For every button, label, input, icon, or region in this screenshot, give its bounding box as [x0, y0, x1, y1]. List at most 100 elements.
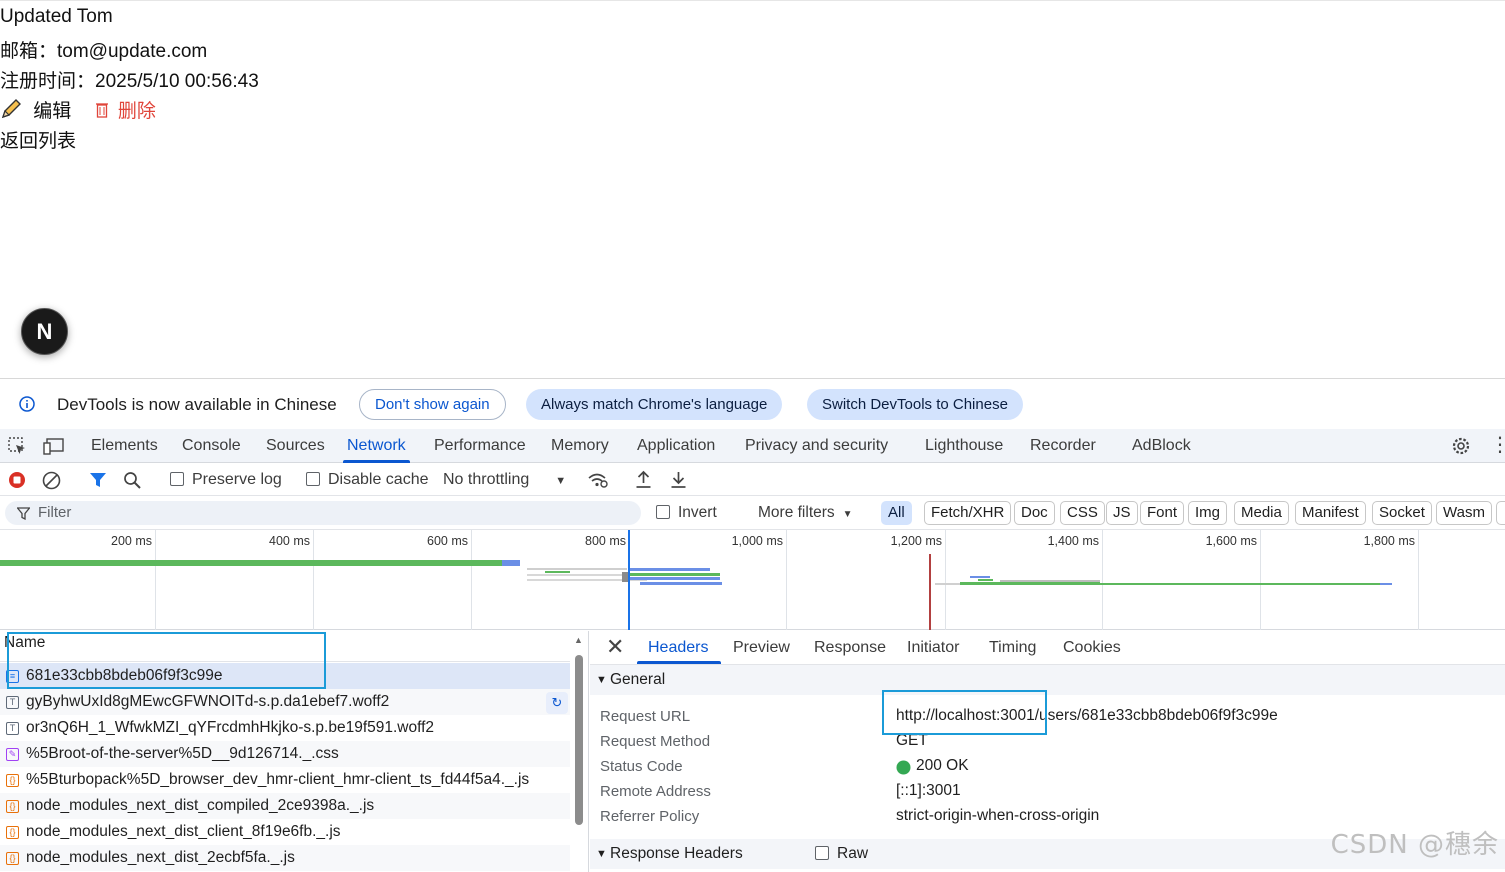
type-chip-doc[interactable]: Doc — [1014, 501, 1055, 525]
filter-input[interactable]: Filter — [5, 501, 641, 525]
edit-button[interactable]: 编辑 — [0, 99, 77, 122]
always-match-language-button[interactable]: Always match Chrome's language — [526, 389, 783, 420]
tab-memory[interactable]: Memory — [551, 429, 609, 463]
action-row: 编辑 删除 — [0, 96, 156, 123]
request-row[interactable]: {} node_modules_next_dist_client_8f19e6fb… — [0, 819, 570, 845]
tab-adblock[interactable]: AdBlock — [1132, 429, 1191, 463]
tab-privacy-and-security[interactable]: Privacy and security — [745, 429, 888, 463]
language-infobar: DevTools is now available in Chinese Don… — [0, 379, 1505, 429]
header-key: Remote Address — [600, 783, 711, 800]
type-chip-manifest[interactable]: Manifest — [1295, 501, 1366, 525]
export-download-icon[interactable] — [670, 470, 687, 489]
switch-to-chinese-button[interactable]: Switch DevTools to Chinese — [807, 389, 1023, 420]
type-chip-overflow[interactable] — [1496, 501, 1505, 525]
clear-icon[interactable] — [42, 471, 61, 490]
font-file-icon: T — [6, 696, 19, 709]
details-tab-initiator[interactable]: Initiator — [907, 631, 959, 664]
preserve-log-checkbox[interactable]: Preserve log — [170, 463, 282, 496]
type-chip-fetch-xhr[interactable]: Fetch/XHR — [924, 501, 1012, 525]
filter-bar: Filter Invert More filters ▼ All Fetch/XHR… — [0, 496, 1505, 530]
tab-recorder[interactable]: Recorder — [1030, 429, 1096, 463]
details-tab-headers[interactable]: Headers — [636, 631, 723, 664]
user-registered: 注册时间：2025/5/10 00:56:43 — [0, 71, 259, 92]
dont-show-again-button[interactable]: Don't show again — [359, 389, 506, 420]
edit-label: 编辑 — [33, 101, 72, 122]
raw-label: Raw — [837, 845, 869, 862]
settings-gear-icon[interactable] — [1451, 436, 1471, 456]
request-name: %5Bturbopack%5D_browser_dev_hmr-client_h… — [26, 771, 530, 788]
tab-lighthouse[interactable]: Lighthouse — [925, 429, 1003, 463]
watermark: CSDN @穗余 — [1330, 830, 1499, 860]
type-chip-js[interactable]: JS — [1106, 501, 1138, 525]
tab-performance[interactable]: Performance — [434, 429, 526, 463]
search-icon[interactable] — [123, 471, 142, 490]
devtools-tabbar: Elements Console Sources Network Performance… — [0, 429, 1505, 463]
header-value[interactable]: 200 OK — [916, 757, 969, 775]
next-dev-badge[interactable]: N — [21, 308, 68, 355]
tab-sources[interactable]: Sources — [266, 429, 325, 463]
request-name: or3nQ6H_1_WfwkMZI_qYFrcdmhHkjko-s.p.be19… — [26, 719, 435, 736]
request-name: node_modules_next_dist_client_8f19e6fb._… — [26, 823, 341, 840]
timeline-waterfall — [0, 530, 1392, 630]
details-tab-response[interactable]: Response — [814, 631, 886, 664]
type-chip-img[interactable]: Img — [1188, 501, 1228, 525]
filter-funnel-icon[interactable] — [89, 471, 107, 489]
more-options-icon[interactable]: ⋮ — [1490, 432, 1505, 458]
font-file-icon: T — [6, 722, 19, 735]
details-tab-cookies[interactable]: Cookies — [1063, 631, 1121, 664]
type-chip-socket[interactable]: Socket — [1372, 501, 1432, 525]
trash-icon — [95, 103, 108, 118]
type-chip-css[interactable]: CSS — [1060, 501, 1105, 525]
record-stop-icon[interactable] — [8, 471, 26, 489]
device-toolbar-icon[interactable] — [43, 437, 65, 456]
request-name: node_modules_next_dist_compiled_2ce9398a… — [26, 797, 375, 814]
request-name: gyByhwUxId8gMEwcGFWNOITd-s.p.da1ebef7.wo… — [26, 693, 390, 710]
disable-cache-checkbox[interactable]: Disable cache — [306, 463, 429, 496]
invert-label: Invert — [678, 504, 717, 521]
throttling-select[interactable]: No throttling ▼ — [443, 463, 566, 496]
request-row[interactable]: {} %5Bturbopack%5D_browser_dev_hmr-client… — [0, 767, 570, 793]
type-chip-font[interactable]: Font — [1140, 501, 1185, 525]
invert-checkbox[interactable]: Invert — [656, 496, 717, 530]
devtools-panel: DevTools is now available in Chinese Don… — [0, 378, 1505, 872]
inspect-element-icon[interactable] — [8, 437, 27, 456]
type-chip-all[interactable]: All — [881, 501, 912, 525]
user-name: Updated Tom — [0, 6, 113, 27]
close-icon[interactable]: ✕ — [606, 633, 624, 661]
js-file-icon: {} — [6, 826, 19, 839]
header-value[interactable]: strict-origin-when-cross-origin — [896, 807, 1099, 825]
request-row[interactable]: ✎ %5Broot-of-the-server%5D__9d126714._.cs… — [0, 741, 570, 767]
import-upload-icon[interactable] — [635, 470, 652, 489]
triangle-down-icon: ▼ — [596, 674, 607, 686]
tab-elements[interactable]: Elements — [91, 429, 158, 463]
ai-assist-icon[interactable]: ↻ — [546, 692, 568, 714]
network-timeline-overview[interactable]: 200 ms 400 ms 600 ms 800 ms 1,000 ms 1,200 ms… — [0, 530, 1505, 630]
js-file-icon: {} — [6, 852, 19, 865]
header-value[interactable]: [::1]:3001 — [896, 782, 961, 800]
request-row[interactable]: TgyByhwUxId8gMEwcGFWNOITd-s.p.da1ebef7.w… — [0, 689, 570, 715]
request-row[interactable]: {} node_modules_next_dist_2ecbf5fa._.js — [0, 845, 570, 871]
tab-console[interactable]: Console — [182, 429, 241, 463]
status-dot-icon — [896, 760, 911, 775]
chevron-down-icon: ▼ — [555, 475, 567, 487]
header-key: Request URL — [600, 708, 691, 725]
more-filters-dropdown[interactable]: More filters ▼ — [758, 496, 853, 530]
tab-network[interactable]: Network — [343, 429, 410, 463]
type-chip-media[interactable]: Media — [1234, 501, 1289, 525]
details-tab-preview[interactable]: Preview — [733, 631, 790, 664]
details-tab-timing[interactable]: Timing — [989, 631, 1036, 664]
type-chip-wasm[interactable]: Wasm — [1436, 501, 1492, 525]
general-section-header[interactable]: ▼ General — [590, 665, 1505, 695]
more-filters-label: More filters — [758, 504, 835, 521]
raw-checkbox[interactable]: Raw — [815, 839, 868, 869]
delete-button[interactable]: 删除 — [95, 101, 156, 122]
request-list-scrollbar[interactable]: ▲ — [573, 635, 585, 868]
request-row[interactable]: {} node_modules_next_dist_compiled_2ce939… — [0, 793, 570, 819]
tab-application[interactable]: Application — [637, 429, 715, 463]
request-row[interactable]: Tor3nQ6H_1_WfwkMZI_qYFrcdmhHkjko-s.p.be1… — [0, 715, 570, 741]
network-conditions-icon[interactable] — [587, 471, 609, 489]
back-to-list-link[interactable]: 返回列表 — [0, 126, 76, 153]
info-icon — [19, 396, 35, 412]
general-title: General — [610, 671, 666, 688]
js-file-icon: {} — [6, 800, 19, 813]
